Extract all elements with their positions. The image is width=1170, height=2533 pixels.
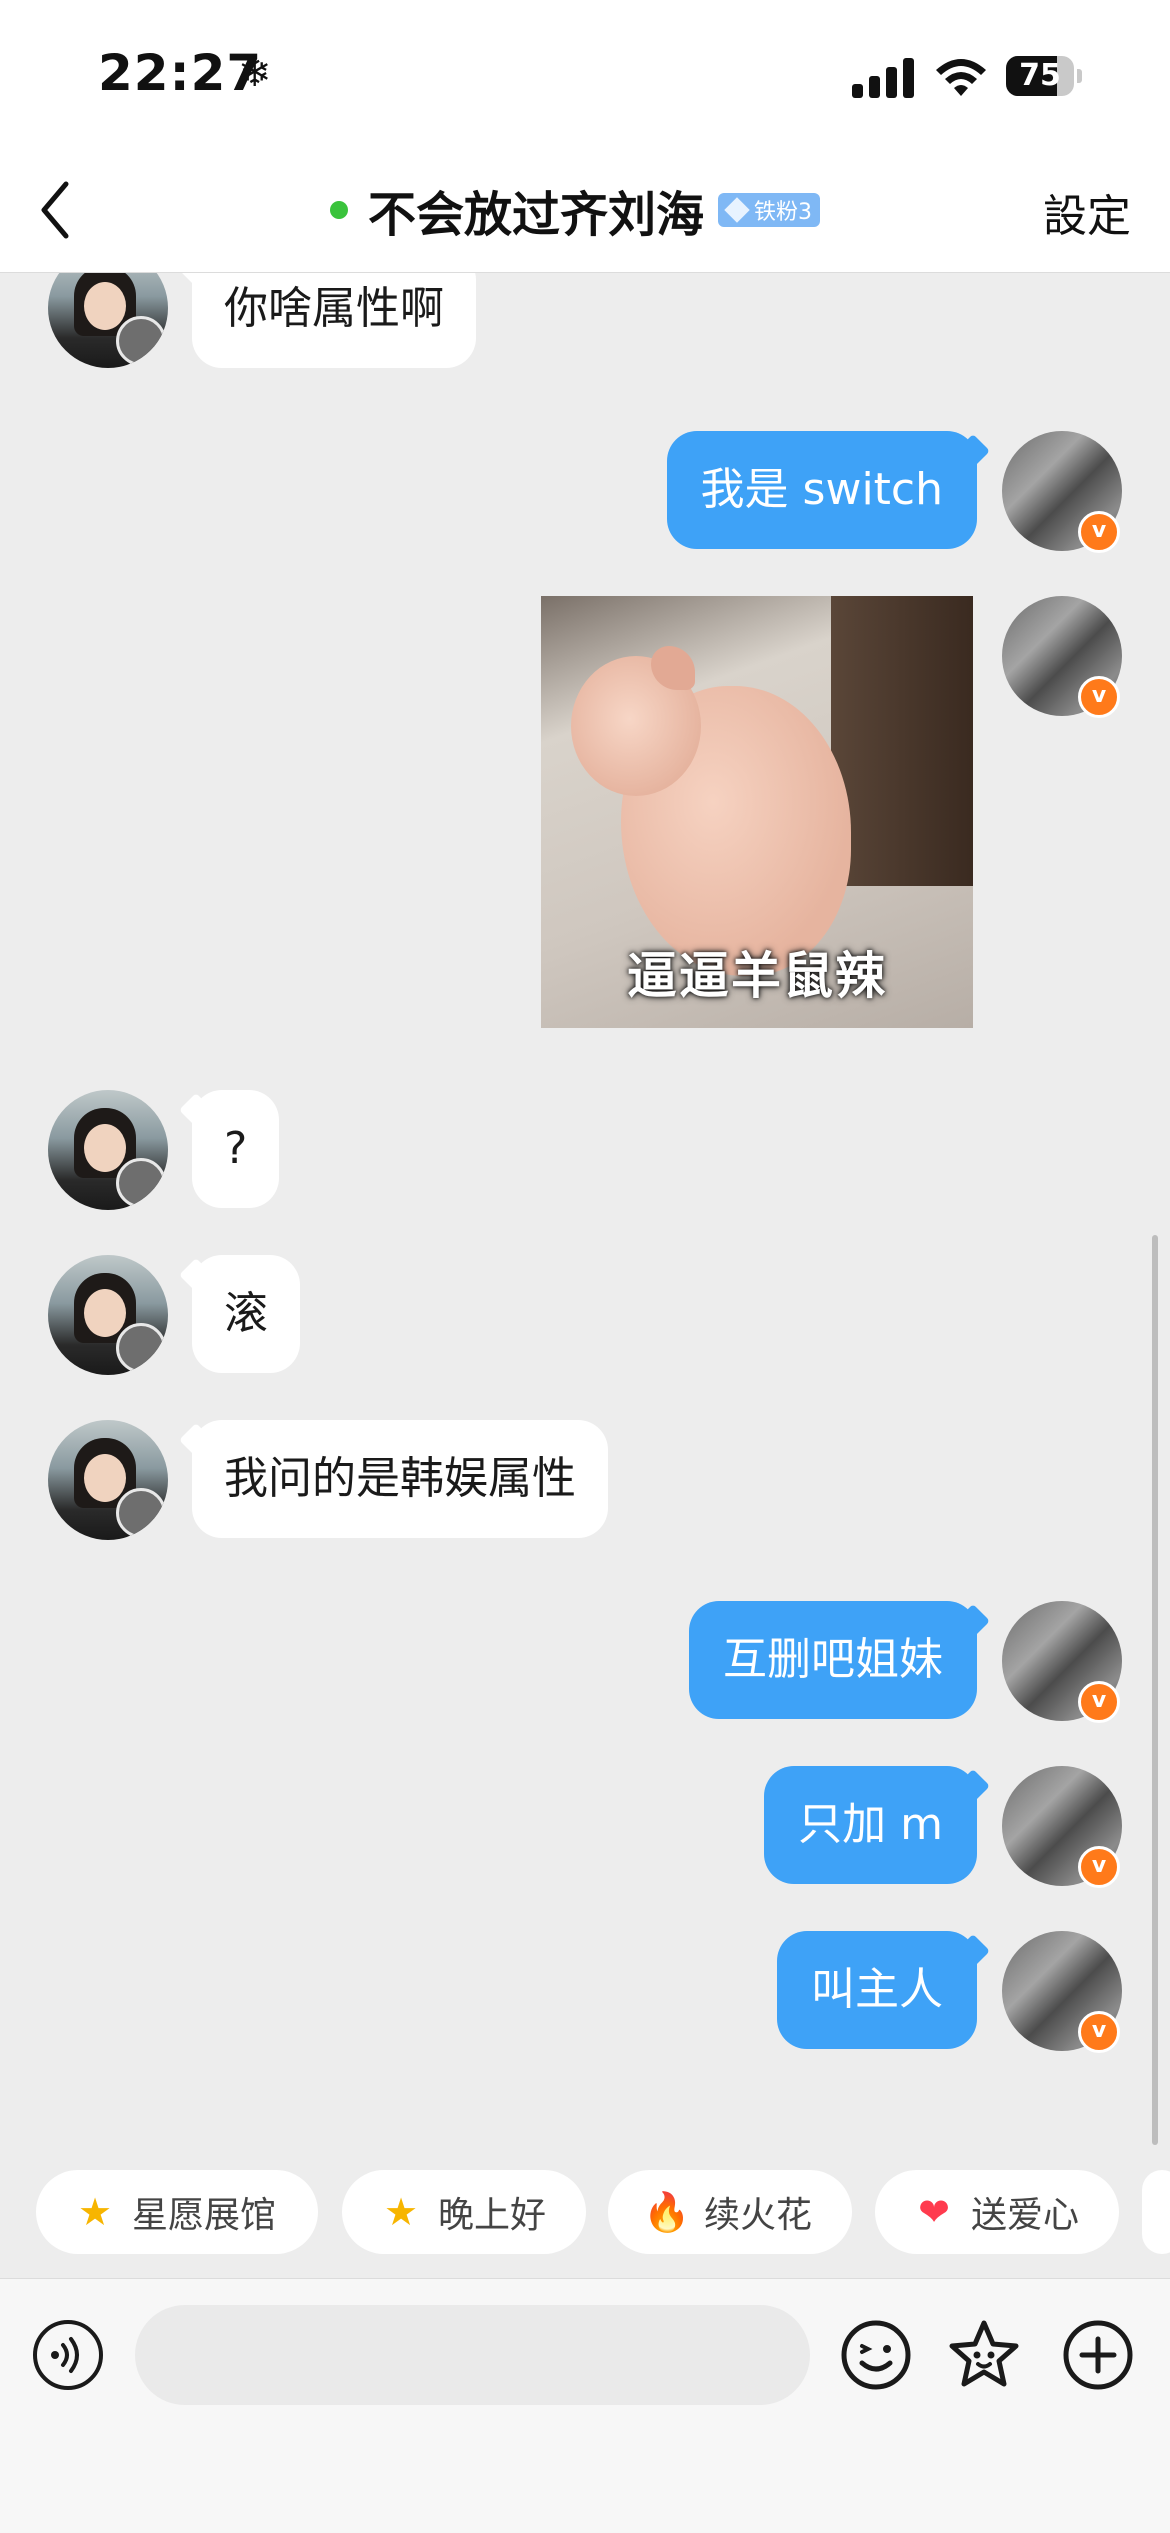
chip-send-heart[interactable]: ❤ 送爱心 [875,2170,1119,2254]
fan-level-badge: 铁粉3 [718,193,821,227]
contact-avatar[interactable] [48,1420,168,1540]
wifi-icon [936,59,986,96]
message-bubble-received[interactable]: 滚 [192,1255,300,1373]
sticker-image[interactable]: 逼逼羊鼠辣 [541,596,973,1028]
chip-good-evening[interactable]: ★ 晚上好 [342,2170,586,2254]
sticker-caption: 逼逼羊鼠辣 [627,947,887,1005]
snowflake-icon: ❄ [238,50,272,96]
input-bar [0,2278,1170,2533]
message-input[interactable] [135,2305,810,2405]
chip-continue-spark[interactable]: 🔥 续火花 [608,2170,852,2254]
message-bubble-received[interactable]: 我问的是韩娱属性 [192,1420,608,1538]
message-list[interactable]: 你啥属性啊 我是 switch v 逼逼羊鼠辣 v ? 滚 我问的是韩娱属性 互… [0,273,1170,2123]
message-bubble-sent[interactable]: 叫主人 [777,1931,977,2049]
settings-button[interactable]: 設定 [1043,180,1131,244]
diamond-icon [724,197,750,223]
verified-v-icon: v [1078,676,1120,718]
chip-more[interactable] [1142,2170,1170,2254]
chip-label: 晚上好 [438,2195,547,2236]
message-bubble-sent[interactable]: 只加 m [764,1766,977,1884]
chip-label: 星愿展馆 [132,2195,277,2236]
chip-label: 送爱心 [971,2195,1080,2236]
message-bubble-received[interactable]: 你啥属性啊 [192,273,476,368]
message-bubble-sent[interactable]: 我是 switch [666,431,977,549]
contact-avatar[interactable] [48,1090,168,1210]
smiling-star-icon: ★ [383,2190,419,2234]
message-bubble-sent[interactable]: 互删吧姐妹 [689,1601,977,1719]
star-icon: ★ [77,2190,113,2234]
fan-level-label: 铁粉3 [754,200,813,225]
flame-icon: 🔥 [643,2189,691,2234]
battery-icon: 75 [1006,56,1082,96]
star-sticker-icon[interactable] [944,2315,1024,2395]
contact-avatar[interactable] [48,1255,168,1375]
verified-v-icon: v [1078,1846,1120,1888]
verified-v-icon: v [1078,511,1120,553]
battery-percent: 75 [1019,58,1061,93]
emoji-icon[interactable] [836,2315,916,2395]
verified-v-icon: v [1078,1681,1120,1723]
chat-title: 不会放过齐刘海 [368,187,705,243]
plus-icon[interactable] [1058,2315,1138,2395]
chat-title-group[interactable]: 不会放过齐刘海 铁粉3 [330,180,821,243]
chat-header: 不会放过齐刘海 铁粉3 設定 [0,150,1170,273]
status-bar: 22:27 ❄ 75 [0,0,1170,150]
signal-icon [852,56,914,98]
contact-avatar[interactable] [48,273,168,368]
chevron-left-icon[interactable] [30,170,80,250]
message-bubble-received[interactable]: ? [192,1090,280,1208]
online-status-dot [330,201,348,219]
quick-action-chips: ★ 星愿展馆 ★ 晚上好 🔥 续火花 ❤ 送爱心 [0,2170,1170,2254]
heart-icon: ❤ [918,2190,950,2234]
chat-scrollbar[interactable] [1152,1235,1158,2145]
verified-v-icon: v [1078,2011,1120,2053]
voice-icon[interactable] [33,2320,103,2390]
chip-label: 续火花 [704,2195,813,2236]
chip-star-gallery[interactable]: ★ 星愿展馆 [36,2170,318,2254]
